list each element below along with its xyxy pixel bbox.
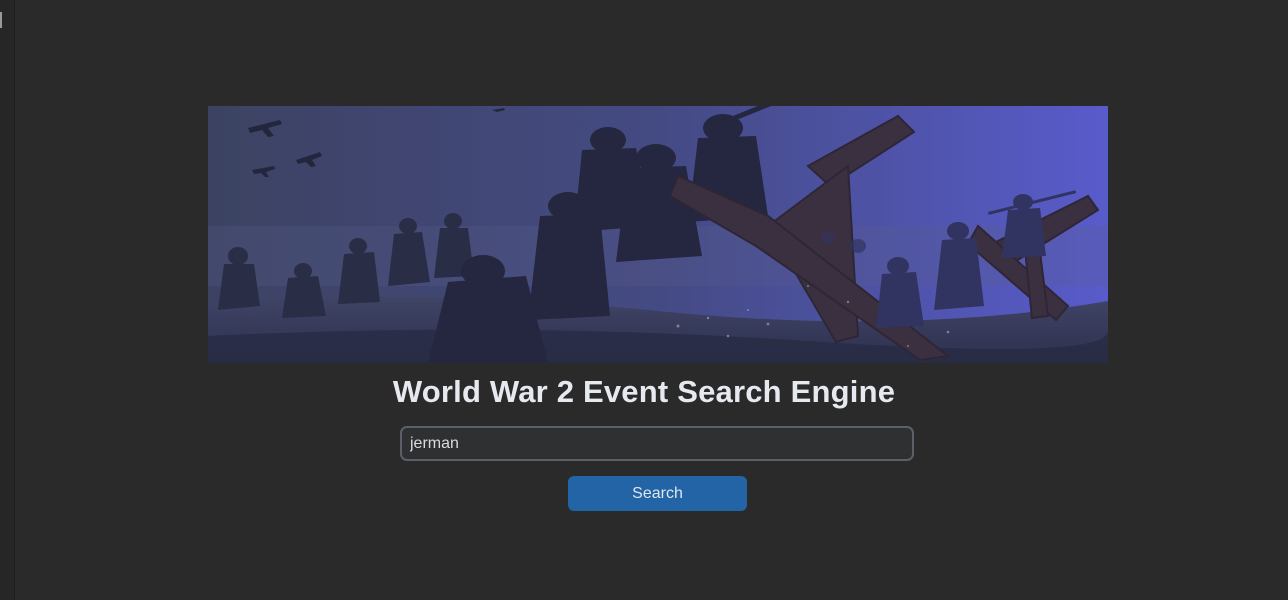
page-title: World War 2 Event Search Engine	[392, 374, 896, 409]
search-input[interactable]	[400, 426, 914, 461]
battle-scene-illustration	[208, 106, 1108, 363]
window-left-edge	[0, 0, 15, 600]
page: World War 2 Event Search Engine Search	[0, 0, 1288, 600]
hero-banner-image	[208, 106, 1108, 363]
search-button[interactable]: Search	[568, 476, 747, 511]
edge-marker	[0, 12, 2, 28]
